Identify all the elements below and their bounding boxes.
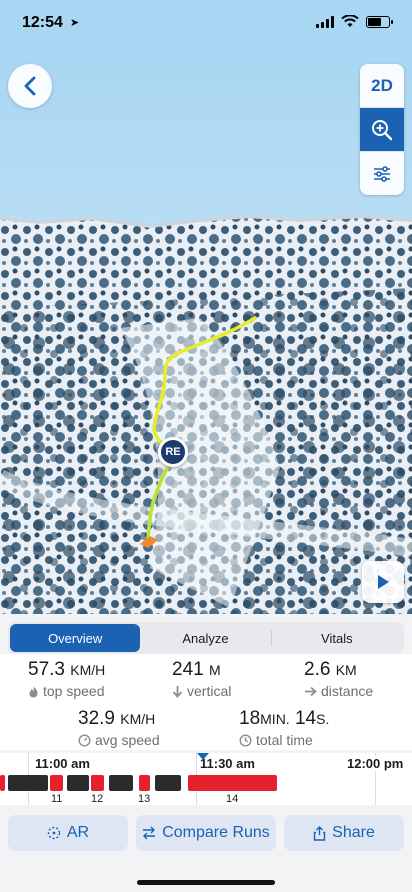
timeline-lift-segment[interactable]	[8, 775, 48, 791]
clock-icon	[239, 733, 252, 747]
cellular-signal-icon	[316, 15, 334, 28]
segmented-tabs: Overview Analyze Vitals	[8, 622, 404, 654]
status-time: 12:54	[22, 14, 63, 31]
share-icon	[313, 825, 326, 841]
timeline-run-segment[interactable]	[0, 775, 5, 791]
stat-value: 57.3 KM/H	[28, 659, 106, 680]
tab-vitals[interactable]: Vitals	[272, 624, 402, 652]
play-icon	[378, 575, 389, 589]
ar-icon	[47, 826, 61, 840]
stat-label: top speed	[43, 683, 105, 699]
timeline-run-segment[interactable]	[188, 775, 277, 791]
share-button-label: Share	[332, 824, 375, 841]
timeline-run-segment[interactable]	[50, 775, 63, 791]
run-timeline[interactable]: 11:00 am 11:30 am 12:00 pm 11 12 13 14	[0, 753, 412, 805]
back-button[interactable]	[8, 64, 52, 108]
terrain-map[interactable]: 2D RE	[0, 48, 412, 614]
home-indicator	[137, 880, 275, 885]
status-icons	[316, 15, 393, 28]
stat-top-speed: 57.3 KM/H top speed	[28, 659, 105, 699]
stat-value: 18MIN. 14S.	[239, 708, 330, 729]
zoom-in-icon	[372, 119, 393, 140]
flame-icon	[29, 685, 38, 697]
toggle-2d-button[interactable]: 2D	[360, 64, 404, 108]
timeline-run-segment[interactable]	[139, 775, 150, 791]
bottom-action-bar: AR Compare Runs Share	[0, 805, 412, 892]
timeline-run-number: 13	[138, 793, 151, 805]
status-bar: 12:54 ➤	[0, 0, 412, 48]
stat-label: total time	[256, 732, 313, 748]
compare-runs-label: Compare Runs	[162, 824, 270, 841]
timeline-run-number: 11	[51, 793, 63, 805]
stats-panel: 57.3 KM/H top speed 241 M vertical 2.6 K…	[0, 654, 412, 750]
stat-label: avg speed	[95, 732, 160, 748]
timeline-time-label: 12:00 pm	[344, 756, 407, 771]
arrow-down-icon	[172, 685, 183, 698]
timeline-indicator	[197, 753, 209, 760]
tab-analyze[interactable]: Analyze	[140, 624, 270, 652]
speedometer-icon	[78, 733, 91, 747]
stat-value: 32.9 KM/H	[78, 708, 156, 729]
timeline-lift-segment[interactable]	[67, 775, 89, 791]
map-controls: 2D	[360, 64, 404, 195]
timeline-run-number: 12	[91, 793, 104, 805]
timeline-lift-segment[interactable]	[155, 775, 181, 791]
map-settings-button[interactable]	[360, 152, 404, 195]
compare-runs-button[interactable]: Compare Runs	[136, 815, 276, 851]
toggle-2d-label: 2D	[371, 75, 393, 95]
stat-label: vertical	[187, 683, 232, 699]
ar-button-label: AR	[66, 824, 90, 841]
timeline-lift-segment[interactable]	[109, 775, 133, 791]
play-button[interactable]	[362, 561, 404, 603]
rider-marker[interactable]: RE	[158, 437, 188, 467]
timeline-run-number: 14	[226, 793, 239, 805]
terrain-3d-view	[0, 48, 412, 614]
stat-total-time: 18MIN. 14S. total time	[239, 708, 329, 748]
sliders-icon	[374, 165, 390, 182]
timeline-run-segment[interactable]	[91, 775, 104, 791]
stat-avg-speed: 32.9 KM/H avg speed	[78, 708, 160, 748]
wifi-icon	[341, 15, 359, 27]
stat-distance: 2.6 KM distance	[304, 659, 373, 699]
timeline-time-label: 11:00 am	[32, 756, 93, 771]
location-arrow-icon: ➤	[70, 17, 80, 29]
arrow-right-icon	[305, 686, 317, 696]
stat-value: 2.6 KM	[304, 659, 357, 680]
share-button[interactable]: Share	[284, 815, 404, 851]
stat-label: distance	[321, 683, 374, 699]
battery-icon	[366, 15, 393, 28]
swap-arrows-icon	[143, 826, 156, 840]
stat-value: 241 M	[172, 659, 221, 680]
tab-overview[interactable]: Overview	[10, 624, 141, 652]
stat-vertical: 241 M vertical	[172, 659, 231, 699]
ar-button[interactable]: AR	[8, 815, 128, 851]
zoom-button[interactable]	[360, 108, 404, 152]
chevron-left-icon	[24, 76, 36, 96]
